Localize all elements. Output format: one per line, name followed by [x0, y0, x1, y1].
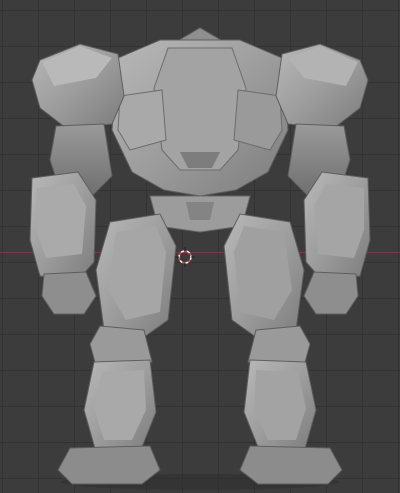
- mech-model[interactable]: [0, 0, 400, 493]
- 3d-viewport[interactable]: [0, 0, 400, 493]
- 3d-cursor-icon[interactable]: [175, 247, 195, 267]
- backpack-center: [153, 47, 247, 171]
- right-foot: [239, 445, 343, 485]
- right-forearm-plate: [314, 184, 364, 258]
- waist-emblem: [186, 202, 214, 220]
- right-hand: [303, 271, 359, 315]
- backpack-left-plate: [117, 89, 167, 151]
- backpack-right-plate: [233, 89, 283, 151]
- left-foot: [57, 445, 161, 485]
- left-forearm-plate: [36, 184, 86, 258]
- left-hand: [41, 271, 97, 315]
